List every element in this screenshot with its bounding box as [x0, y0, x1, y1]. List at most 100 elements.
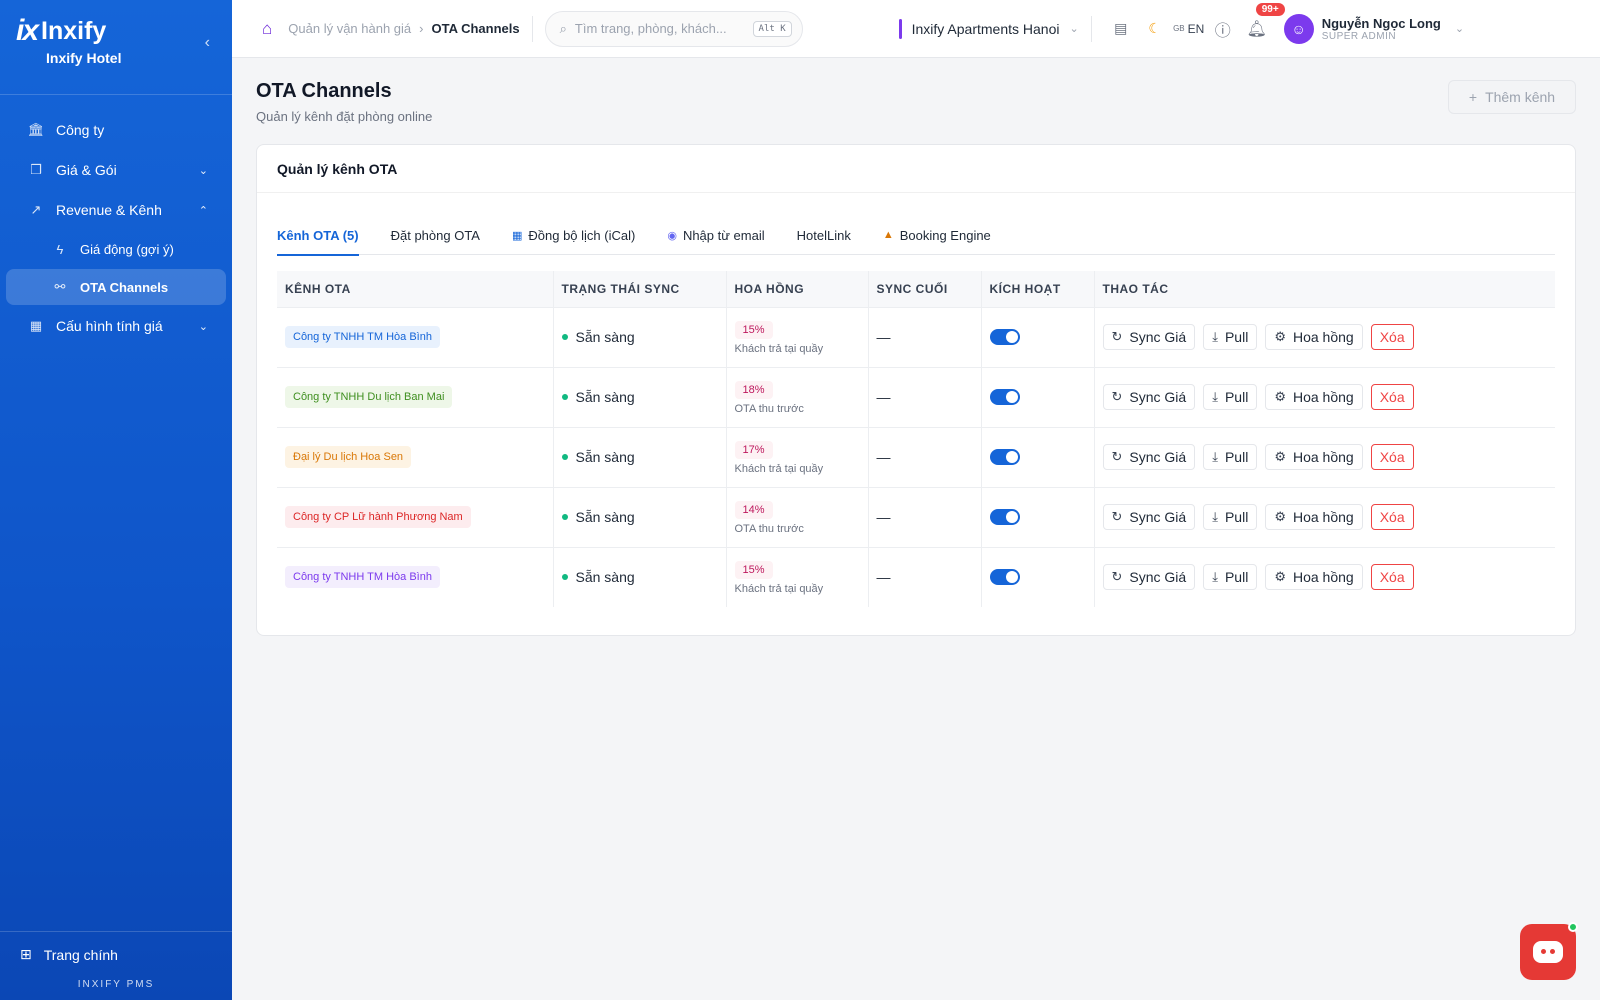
ota-channel-chip[interactable]: Công ty TNHH TM Hòa Bình — [285, 566, 440, 589]
commission-badge: 15% — [734, 320, 773, 339]
divider — [531, 15, 533, 42]
delete-button[interactable]: Xóa — [1370, 504, 1414, 530]
pull-button[interactable]: ⤓ Pull — [1203, 444, 1258, 470]
ota-channel-chip[interactable]: Đại lý Du lịch Hoa Sen — [285, 446, 412, 468]
sync-status: Sẵn sàng — [561, 569, 718, 586]
commission-badge: 17% — [734, 440, 773, 459]
delete-button[interactable]: Xóa — [1370, 564, 1414, 591]
pull-label: Pull — [1224, 389, 1249, 405]
row-actions: ↻ Sync Giá ⤓ Pull ⚙ Hoa hồng Xóa — [1102, 384, 1548, 410]
sidebar-item-revenue[interactable]: ↗ Revenue & Kênh ⌃ — [6, 191, 226, 229]
notes-icon[interactable]: ▤ — [1104, 20, 1138, 37]
robot-icon — [1533, 941, 1563, 963]
tab-ota-bookings[interactable]: Đặt phòng OTA — [391, 215, 480, 255]
tab-email-import[interactable]: ◉ Nhập từ email — [667, 215, 764, 255]
active-toggle[interactable] — [989, 449, 1020, 465]
breadcrumb: Quản lý vận hành giá › OTA Channels — [288, 21, 519, 36]
delete-label: Xóa — [1379, 449, 1405, 465]
commission-label: Hoa hồng — [1292, 389, 1354, 405]
pull-button[interactable]: ⤓ Pull — [1203, 504, 1258, 530]
main-page-link[interactable]: ⊞ Trang chính — [20, 946, 212, 963]
language-switcher[interactable]: GB EN — [1172, 22, 1206, 36]
moon-icon[interactable]: ☾ — [1138, 20, 1172, 37]
column-header[interactable]: KÊNH OTA — [277, 271, 554, 307]
active-toggle[interactable] — [989, 569, 1020, 586]
sidebar-item-ota-channels[interactable]: ⚯ OTA Channels — [6, 269, 226, 305]
add-channel-button[interactable]: + Thêm kênh — [1448, 80, 1576, 114]
sync-price-button[interactable]: ↻ Sync Giá — [1102, 564, 1196, 591]
user-menu[interactable]: ☺ Nguyễn Ngọc Long SUPER ADMIN ⌄ — [1283, 13, 1464, 44]
tab-ical-sync[interactable]: ▦ Đồng bộ lịch (iCal) — [512, 215, 635, 255]
tab-ota-channels[interactable]: Kênh OTA (5) — [277, 215, 359, 256]
refresh-icon: ↻ — [1111, 509, 1123, 524]
active-toggle[interactable] — [989, 389, 1020, 405]
breadcrumb-current: OTA Channels — [431, 21, 520, 36]
logo: ix Inxify — [16, 14, 216, 48]
sync-price-button[interactable]: ↻ Sync Giá — [1102, 444, 1196, 470]
chart-line-icon: ↗ — [30, 202, 42, 217]
ota-channel-chip[interactable]: Công ty CP Lữ hành Phương Nam — [285, 506, 471, 528]
table-row: Công ty TNHH Du lịch Ban Mai Sẵn sàng 18… — [277, 366, 1555, 427]
tab-hotellink[interactable]: HotelLink — [797, 215, 851, 255]
column-header[interactable]: SYNC CUỐI — [868, 271, 982, 307]
search-input[interactable]: ⌕ Tìm trang, phòng, khách... Alt K — [544, 10, 803, 47]
chatbot-button[interactable] — [1520, 922, 1578, 980]
ota-channel-chip[interactable]: Công ty TNHH Du lịch Ban Mai — [285, 386, 453, 408]
tab-booking-engine[interactable]: ▲ Booking Engine — [883, 215, 991, 255]
commission-label: Hoa hồng — [1292, 509, 1354, 525]
ota-table: KÊNH OTA TRẠNG THÁI SYNC HOA HỒNG SYNC C… — [277, 271, 1555, 607]
sync-price-label: Sync Giá — [1129, 449, 1187, 465]
commission-button[interactable]: ⚙ Hoa hồng — [1265, 444, 1363, 470]
pull-button[interactable]: ⤓ Pull — [1203, 384, 1258, 410]
pull-button[interactable]: ⤓ Pull — [1203, 324, 1258, 350]
property-selector[interactable]: Inxify Apartments Hanoi ⌄ — [898, 18, 1079, 39]
sidebar-item-company[interactable]: 🏛︎ Công ty — [6, 111, 226, 149]
active-toggle[interactable] — [989, 329, 1020, 345]
sidebar-item-pricing[interactable]: ❒ Giá & Gói ⌄ — [6, 151, 226, 189]
sync-price-button[interactable]: ↻ Sync Giá — [1102, 504, 1196, 530]
column-header[interactable]: KÍCH HOẠT — [981, 271, 1095, 307]
delete-button[interactable]: Xóa — [1370, 444, 1414, 470]
sidebar-item-dynamic-pricing[interactable]: ϟ Giá động (gợi ý) — [6, 231, 226, 267]
last-sync: — — [868, 366, 982, 427]
pull-label: Pull — [1224, 569, 1249, 586]
delete-button[interactable]: Xóa — [1370, 384, 1414, 410]
property-accent — [898, 18, 902, 39]
sync-status: Sẵn sàng — [561, 329, 718, 345]
sync-price-button[interactable]: ↻ Sync Giá — [1102, 384, 1196, 410]
sync-status: Sẵn sàng — [561, 389, 718, 405]
commission-label: Hoa hồng — [1292, 329, 1354, 345]
row-actions: ↻ Sync Giá ⤓ Pull ⚙ Hoa hồng Xóa — [1102, 324, 1548, 350]
commission-label: Hoa hồng — [1292, 569, 1354, 586]
pull-button[interactable]: ⤓ Pull — [1203, 564, 1258, 591]
breadcrumb-parent[interactable]: Quản lý vận hành giá — [288, 21, 411, 36]
pull-label: Pull — [1224, 329, 1249, 345]
sidebar-item-price-config[interactable]: ▦ Cấu hình tính giá ⌄ — [6, 307, 226, 345]
sync-status-text: Sẵn sàng — [575, 569, 635, 586]
online-indicator — [1568, 922, 1578, 932]
sidebar-footer: ⊞ Trang chính INXIFY PMS — [0, 931, 232, 1000]
bell-icon[interactable]: 🔔︎ 99+ — [1240, 2, 1285, 39]
home-icon[interactable]: ⌂ — [262, 19, 272, 39]
commission-button[interactable]: ⚙ Hoa hồng — [1265, 504, 1363, 530]
last-sync: — — [868, 306, 982, 367]
sync-status: Sẵn sàng — [561, 449, 718, 465]
help-icon[interactable]: ⓘ — [1206, 17, 1240, 41]
column-header[interactable]: TRẠNG THÁI SYNC — [553, 271, 727, 307]
delete-button[interactable]: Xóa — [1370, 324, 1414, 350]
breadcrumb-separator-icon: › — [419, 21, 424, 36]
sidebar-item-label: Cấu hình tính giá — [56, 318, 163, 334]
commission-button[interactable]: ⚙ Hoa hồng — [1265, 564, 1363, 591]
chevron-down-icon: ⌄ — [198, 320, 208, 333]
email-icon: ◉ — [667, 229, 677, 242]
collapse-sidebar-icon[interactable]: ‹ — [205, 34, 210, 52]
commission-button[interactable]: ⚙ Hoa hồng — [1265, 324, 1363, 350]
sync-price-button[interactable]: ↻ Sync Giá — [1102, 324, 1196, 350]
user-name: Nguyễn Ngọc Long — [1321, 15, 1441, 31]
sidebar-nav: 🏛︎ Công ty ❒ Giá & Gói ⌄ ↗ Revenue & Kên… — [0, 95, 232, 345]
property-name: Inxify Apartments Hanoi — [911, 20, 1060, 37]
ota-channel-chip[interactable]: Công ty TNHH TM Hòa Bình — [285, 326, 440, 348]
commission-button[interactable]: ⚙ Hoa hồng — [1265, 384, 1363, 410]
column-header[interactable]: HOA HỒNG — [726, 271, 869, 307]
active-toggle[interactable] — [989, 509, 1020, 525]
